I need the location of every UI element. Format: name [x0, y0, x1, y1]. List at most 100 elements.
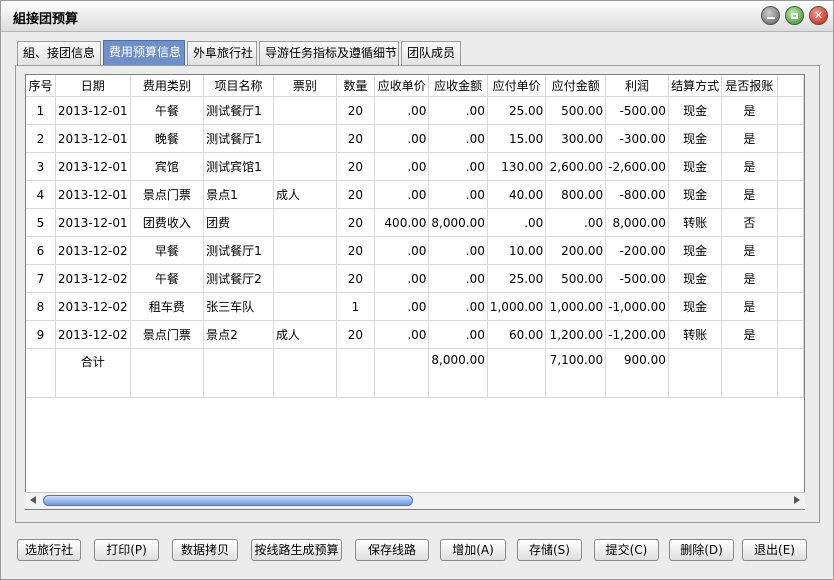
- table-cell[interactable]: 是: [721, 124, 778, 153]
- table-cell[interactable]: 是: [721, 292, 778, 321]
- table-cell[interactable]: .00: [428, 292, 488, 321]
- table-cell[interactable]: 1,000.00: [545, 292, 607, 321]
- table-cell[interactable]: 15.00: [487, 124, 547, 153]
- table-cell[interactable]: [273, 124, 337, 153]
- table-cell[interactable]: 宾馆: [130, 152, 205, 181]
- maximize-icon[interactable]: [785, 6, 804, 25]
- table-cell[interactable]: 10.00: [487, 236, 547, 265]
- table-cell[interactable]: .00: [428, 152, 488, 181]
- table-cell[interactable]: 2013-12-01: [55, 208, 131, 237]
- generate-budget-button[interactable]: 按线路生成预算: [251, 539, 342, 561]
- table-cell[interactable]: 25.00: [487, 96, 547, 125]
- table-cell[interactable]: 6: [26, 236, 56, 265]
- table-cell[interactable]: 转账: [668, 320, 723, 349]
- table-cell[interactable]: 团费: [203, 208, 274, 237]
- table-cell[interactable]: 是: [721, 152, 778, 181]
- table-cell[interactable]: -500.00: [605, 264, 669, 293]
- table-cell[interactable]: -200.00: [605, 236, 669, 265]
- col-header[interactable]: 日期: [55, 75, 131, 97]
- table-cell[interactable]: 现金: [668, 264, 723, 293]
- table-row[interactable]: 7 2013-12-02 午餐 测试餐厅2 20.00.00 25.00 500.00 -50…: [26, 264, 804, 293]
- table-cell[interactable]: .00: [545, 208, 607, 237]
- col-header[interactable]: 数量: [336, 75, 376, 97]
- table-cell[interactable]: 2013-12-02: [55, 236, 131, 265]
- table-cell[interactable]: 现金: [668, 152, 723, 181]
- table-cell[interactable]: -300.00: [605, 124, 669, 153]
- table-cell[interactable]: 否: [721, 208, 778, 237]
- table-cell[interactable]: 2013-12-01: [55, 124, 131, 153]
- close-icon[interactable]: ✕: [809, 6, 828, 25]
- col-header[interactable]: 序号: [26, 75, 56, 97]
- table-cell[interactable]: 转账: [668, 208, 723, 237]
- col-header[interactable]: 项目名称: [203, 75, 274, 97]
- table-cell[interactable]: .00: [374, 124, 430, 153]
- table-cell[interactable]: 测试餐厅1: [203, 96, 274, 125]
- table-cell[interactable]: .00: [487, 208, 547, 237]
- col-header[interactable]: 票别: [273, 75, 337, 97]
- table-cell[interactable]: 现金: [668, 124, 723, 153]
- col-header[interactable]: 是否报账: [721, 75, 778, 97]
- table-cell[interactable]: -2,600.00: [605, 152, 669, 181]
- table-cell[interactable]: 成人: [273, 320, 337, 349]
- table-cell[interactable]: .00: [374, 292, 430, 321]
- table-cell[interactable]: .00: [428, 236, 488, 265]
- table-cell[interactable]: -500.00: [605, 96, 669, 125]
- table-cell[interactable]: 9: [26, 320, 56, 349]
- scroll-right-icon[interactable]: [794, 496, 800, 504]
- exit-button[interactable]: 退出(E): [742, 539, 807, 561]
- tab-expense-budget[interactable]: 费用预算信息: [103, 40, 185, 65]
- table-cell[interactable]: 20: [336, 180, 376, 209]
- table-cell[interactable]: .00: [374, 320, 430, 349]
- table-cell[interactable]: 景点门票: [130, 320, 205, 349]
- table-cell[interactable]: 1,000.00: [487, 292, 547, 321]
- table-total-row[interactable]: 合计 8,000.00 7,100.00 900.00: [26, 348, 804, 398]
- table-cell[interactable]: 是: [721, 96, 778, 125]
- table-cell[interactable]: 2013-12-02: [55, 264, 131, 293]
- table-cell[interactable]: [273, 236, 337, 265]
- table-cell[interactable]: 2013-12-01: [55, 96, 131, 125]
- table-cell[interactable]: 租车费: [130, 292, 205, 321]
- table-cell[interactable]: -1,200.00: [605, 320, 669, 349]
- table-cell[interactable]: 4: [26, 180, 56, 209]
- table-cell[interactable]: 500.00: [545, 96, 607, 125]
- table-row[interactable]: 8 2013-12-02 租车费 张三车队 1.00.00 1,000.00 1,000.0…: [26, 292, 804, 321]
- table-cell[interactable]: -800.00: [605, 180, 669, 209]
- table-cell[interactable]: .00: [428, 320, 488, 349]
- table-cell[interactable]: 景点1: [203, 180, 274, 209]
- table-row[interactable]: 2 2013-12-01 晚餐 测试餐厅1 20.00.00 15.00 300.00 -30…: [26, 124, 804, 153]
- table-cell[interactable]: .00: [374, 236, 430, 265]
- col-header[interactable]: 结算方式: [668, 75, 723, 97]
- add-button[interactable]: 增加(A): [440, 539, 506, 561]
- table-cell[interactable]: [273, 264, 337, 293]
- table-cell[interactable]: 现金: [668, 96, 723, 125]
- table-cell[interactable]: 现金: [668, 236, 723, 265]
- table-cell[interactable]: 2013-12-01: [55, 180, 131, 209]
- table-row[interactable]: 6 2013-12-02 早餐 测试餐厅1 20.00.00 10.00 200.00 -20…: [26, 236, 804, 265]
- table-cell[interactable]: 7: [26, 264, 56, 293]
- table-cell[interactable]: 2: [26, 124, 56, 153]
- table-row[interactable]: 1 2013-12-01 午餐 测试餐厅1 20.00.00 25.00 500.00 -50…: [26, 96, 804, 125]
- table-cell[interactable]: 25.00: [487, 264, 547, 293]
- table-cell[interactable]: 测试餐厅1: [203, 124, 274, 153]
- table-cell[interactable]: .00: [374, 180, 430, 209]
- table-cell[interactable]: 2,600.00: [545, 152, 607, 181]
- table-cell[interactable]: 8,000.00: [428, 208, 488, 237]
- table-cell[interactable]: 20: [336, 96, 376, 125]
- copy-data-button[interactable]: 数据拷贝: [172, 539, 238, 561]
- table-cell[interactable]: .00: [428, 180, 488, 209]
- table-cell[interactable]: 20: [336, 208, 376, 237]
- table-cell[interactable]: -1,000.00: [605, 292, 669, 321]
- table-cell[interactable]: 20: [336, 152, 376, 181]
- table-row[interactable]: 4 2013-12-01 景点门票 景点1 成人 20.00.00 40.00 800.00-…: [26, 180, 804, 209]
- table-cell[interactable]: [273, 292, 337, 321]
- table-cell[interactable]: 测试餐厅2: [203, 264, 274, 293]
- table-cell[interactable]: [273, 96, 337, 125]
- table-cell[interactable]: 午餐: [130, 264, 205, 293]
- table-cell[interactable]: 500.00: [545, 264, 607, 293]
- col-header[interactable]: 应收单价: [374, 75, 430, 97]
- table-cell[interactable]: 20: [336, 264, 376, 293]
- table-cell[interactable]: [273, 152, 337, 181]
- table-cell[interactable]: .00: [374, 96, 430, 125]
- save-route-button[interactable]: 保存线路: [355, 539, 429, 561]
- select-agency-button[interactable]: 选旅行社: [17, 539, 81, 561]
